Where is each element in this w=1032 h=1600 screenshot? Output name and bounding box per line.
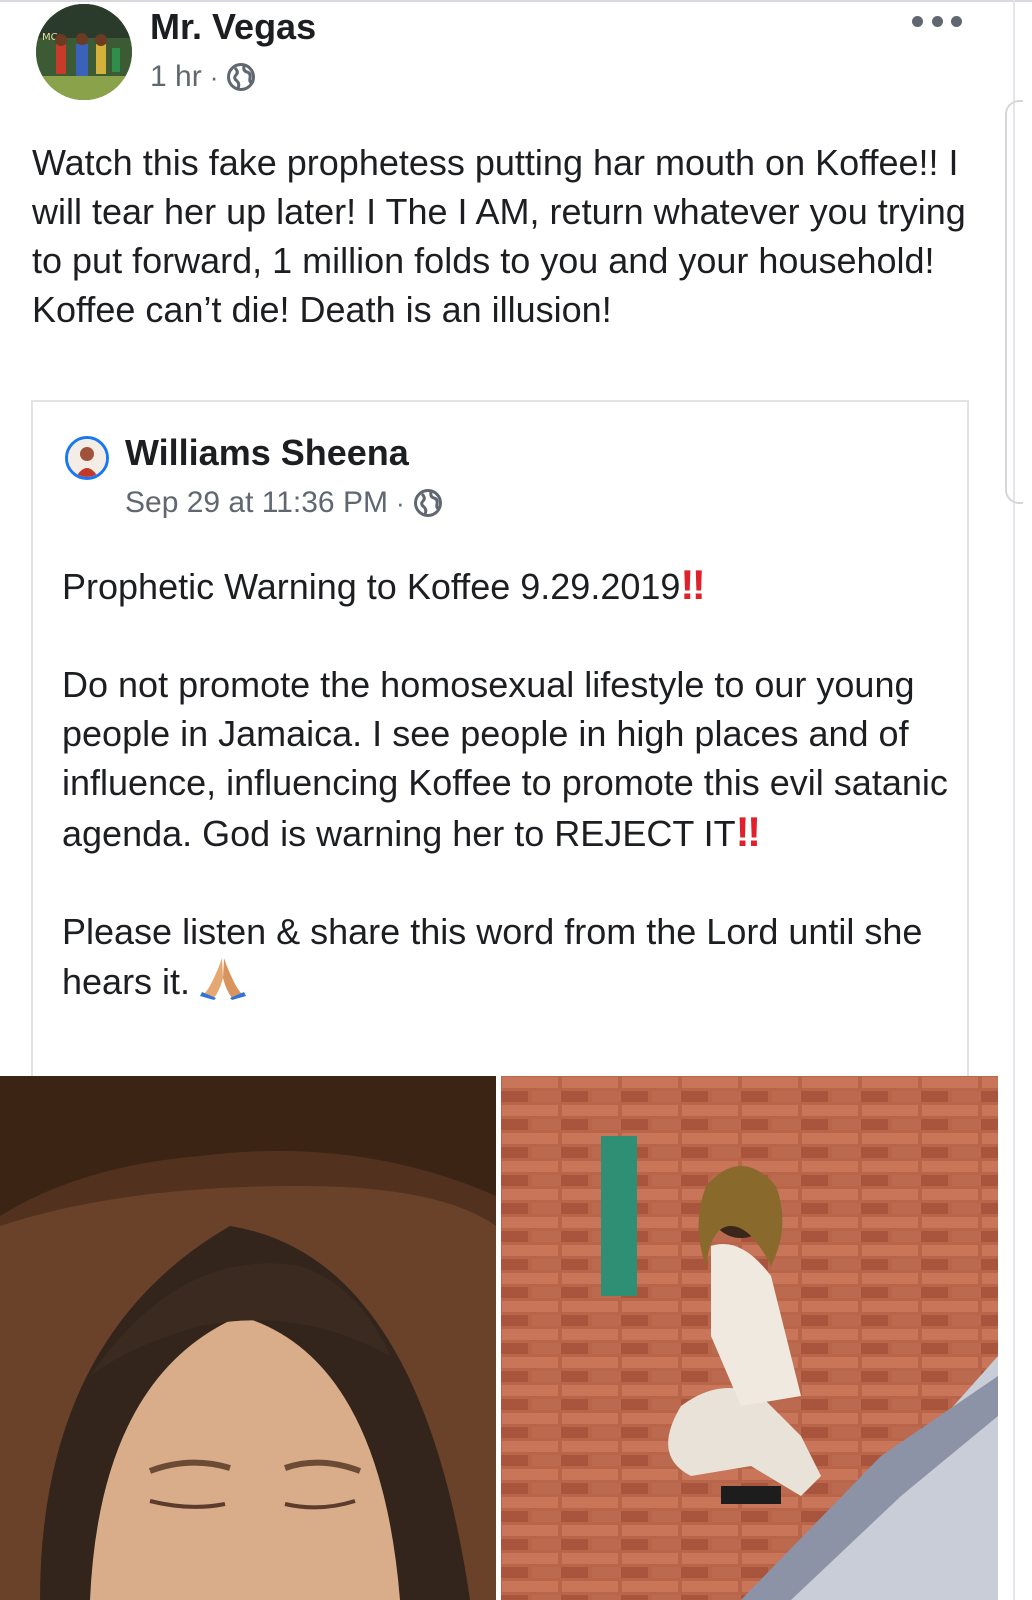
shared-meta: Sep 29 at 11:36 PM · — [125, 486, 443, 520]
woman-photo — [0, 1076, 496, 1600]
top-border — [0, 0, 1032, 2]
shared-author-name[interactable]: Williams Sheena — [125, 432, 409, 474]
shared-avatar-image — [68, 439, 106, 477]
meta-separator: · — [209, 61, 219, 92]
shared-avatar[interactable] — [65, 436, 109, 480]
avatar[interactable]: MC — [36, 4, 132, 100]
double-exclamation-icon: ‼ — [735, 808, 761, 855]
koffee-photo — [501, 1076, 998, 1600]
author-name[interactable]: Mr. Vegas — [150, 6, 316, 48]
shared-photo-right[interactable] — [501, 1076, 998, 1600]
post-time[interactable]: 1 hr — [150, 60, 202, 94]
scrollbar[interactable] — [1005, 100, 1023, 504]
shared-date[interactable]: Sep 29 at 11:36 PM — [125, 486, 388, 520]
double-exclamation-icon: ‼ — [680, 561, 705, 608]
post-meta: 1 hr · — [150, 60, 256, 94]
globe-icon — [413, 489, 442, 517]
shared-meta-separator: · — [395, 487, 405, 518]
more-options-icon[interactable] — [912, 6, 962, 36]
shared-paragraph-3: Please listen & share this word from the… — [62, 907, 952, 1012]
post-text: Watch this fake prophetess putting har m… — [32, 142, 966, 330]
shared-paragraph-2: Do not promote the homosexual lifestyle … — [62, 660, 952, 858]
shared-post-text: Prophetic Warning to Koffee 9.29.2019‼ D… — [62, 560, 952, 1061]
shared-line-1: Prophetic Warning to Koffee 9.29.2019 — [62, 566, 681, 607]
praying-hands-icon — [200, 956, 247, 1012]
shared-photo-left[interactable] — [0, 1076, 496, 1600]
shared-post-card[interactable]: Williams Sheena Sep 29 at 11:36 PM · Pro… — [31, 400, 969, 1076]
shared-line-3: Please listen & share this word from the… — [62, 911, 923, 1002]
globe-icon — [227, 63, 256, 91]
avatar-image: MC — [36, 4, 132, 100]
shared-paragraph-1: Prophetic Warning to Koffee 9.29.2019‼ — [62, 560, 952, 611]
shared-line-2: Do not promote the homosexual lifestyle … — [62, 664, 948, 854]
